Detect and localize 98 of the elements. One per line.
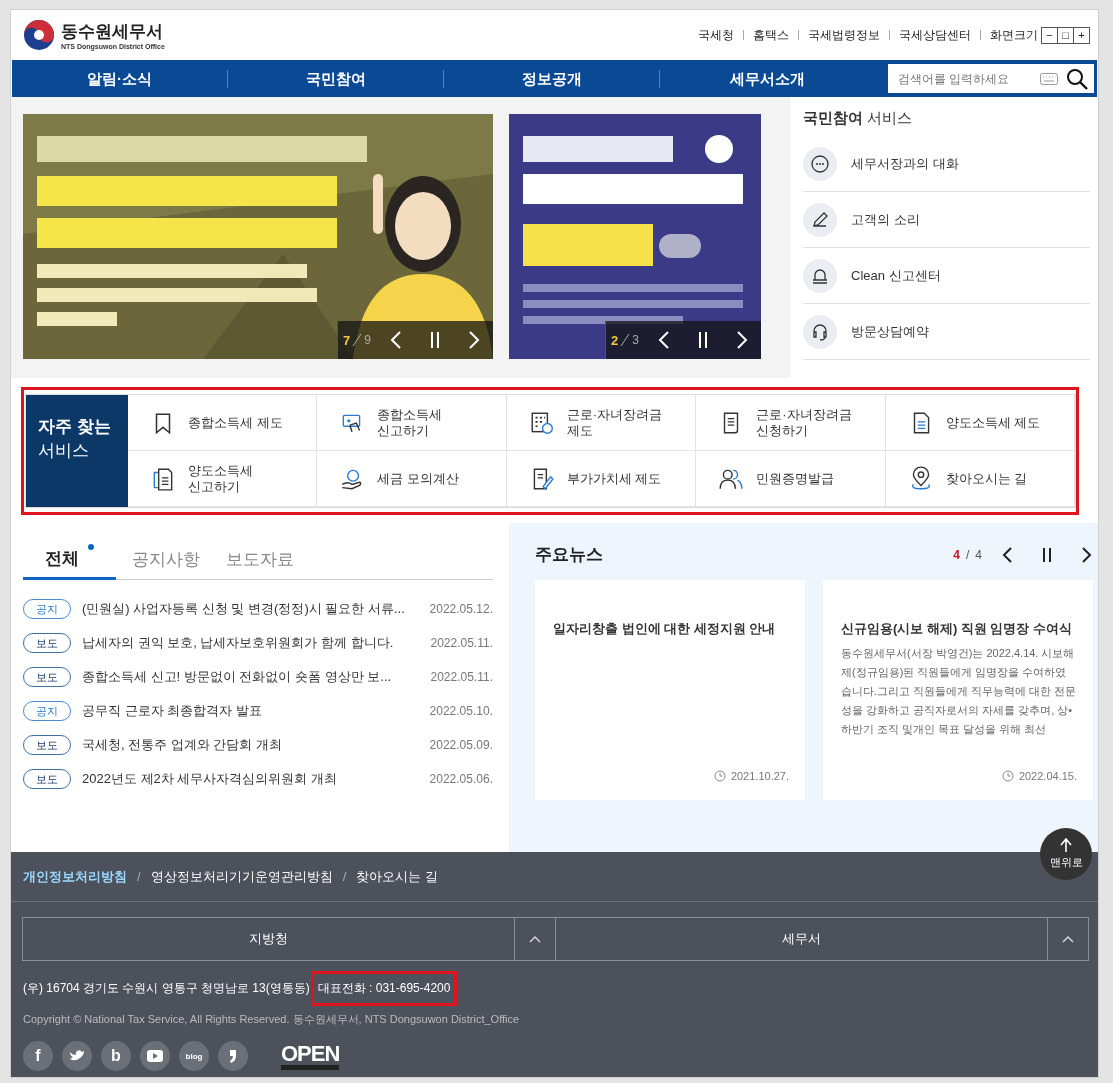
- quick-service-link[interactable]: 종합소득세 제도: [188, 414, 283, 431]
- notice-title[interactable]: 공무직 근로자 최종합격자 발표: [82, 702, 430, 720]
- page-total: 4: [975, 547, 982, 562]
- slash-icon: [352, 333, 363, 347]
- news-summary: 동수원세무서(서장 박영건)는 2022.4.14. 시보해제(정규임용)된 직원들에게 임명장을 수여하였습니다.그리고 직원들에게 직무능력에 대한 전문성을 강화하고 공직자로서의 자세를 갖추며, 상•하반기 조직 및개인 목표 달성을 위해 최선: [841, 646, 1077, 737]
- page-separator: /: [965, 547, 970, 562]
- bird-icon[interactable]: [62, 1041, 92, 1071]
- page-current: 4: [953, 547, 960, 562]
- notice-title[interactable]: 2022년도 제2차 세무사자격심의위원회 개최: [82, 770, 430, 788]
- video-icon[interactable]: [140, 1041, 170, 1071]
- notice-title[interactable]: 납세자의 권익 보호, 납세자보호위원회가 함께 합니다.: [82, 634, 431, 652]
- top-link[interactable]: 홈택스: [753, 26, 789, 44]
- notice-date: 2022.05.06.: [429, 772, 493, 786]
- nav-item[interactable]: 세무서소개: [660, 69, 875, 88]
- blog-icon[interactable]: blog: [179, 1041, 209, 1071]
- clock-icon: [1001, 770, 1014, 782]
- pause-icon: [428, 331, 441, 349]
- next-button[interactable]: [454, 321, 493, 359]
- news-title: 일자리창출 법인에 대한 세정지원 안내: [553, 620, 777, 638]
- open-logo: OPEN: [281, 1042, 340, 1070]
- top-link[interactable]: 국세상담센터: [899, 26, 971, 44]
- nav-item[interactable]: 알림·소식: [12, 69, 228, 88]
- dropdown[interactable]: 세무서: [555, 917, 1089, 961]
- news-card[interactable]: 일자리창출 법인에 대한 세정지원 안내 2021.10.27.: [535, 580, 805, 800]
- clock-icon: [713, 770, 726, 782]
- address: (우) 16704 경기도 수원시 영통구 청명남로 13(영통동): [23, 980, 310, 997]
- chevron-right-icon: [467, 330, 480, 350]
- quick-service-link[interactable]: 찾아오시는 길: [945, 470, 1028, 487]
- search-icon[interactable]: [1066, 67, 1088, 90]
- notice-title[interactable]: (민원실) 사업자등록 신청 및 변경(정정)시 필요한 서류...: [82, 600, 430, 618]
- footer-link[interactable]: 영상정보처리기기운영관리방침: [150, 867, 333, 886]
- notice-title[interactable]: 국세청, 전통주 업계와 간담회 개최: [82, 736, 430, 754]
- social-icon[interactable]: f: [23, 1041, 53, 1071]
- service-link[interactable]: 고객의 소리: [851, 210, 920, 229]
- link-separator: /: [137, 869, 141, 884]
- caret-icon: [529, 935, 541, 943]
- font-size-label: 화면크기: [990, 26, 1038, 44]
- search-field[interactable]: 검색어를 입력하세요: [888, 64, 1094, 93]
- notice-date: 2022.05.11.: [430, 636, 493, 650]
- nav-item[interactable]: 국민참여: [228, 69, 444, 88]
- tab[interactable]: 공지사항: [132, 539, 200, 579]
- news-title: 신규임용(시보 해제) 직원 임명장 수여식: [841, 620, 1074, 638]
- chat-icon: [803, 146, 837, 181]
- social-icon[interactable]: b: [101, 1041, 131, 1071]
- news-date: 2021.10.27.: [730, 770, 789, 782]
- news-date: 2022.04.15.: [1018, 770, 1077, 782]
- notice-date: 2022.05.10.: [429, 704, 493, 718]
- notice-title[interactable]: 종합소득세 신고! 방문없이 전화없이 숏폼 영상만 보...: [82, 668, 431, 686]
- quick-services-title: 자주 찾는 서비스: [26, 395, 128, 507]
- bell-icon: [803, 258, 837, 293]
- section-title: 주요뉴스: [535, 544, 603, 566]
- footer-link[interactable]: 찾아오시는 길: [356, 867, 438, 886]
- pause-icon: [696, 331, 709, 349]
- caret-icon: [1062, 935, 1074, 943]
- arrow-up-icon: [1060, 838, 1072, 852]
- quick-service-link[interactable]: 부가가치세 제도: [566, 470, 662, 487]
- quick-service-link[interactable]: 양도소득세 제도: [945, 414, 1041, 431]
- news-card[interactable]: 신규임용(시보 해제) 직원 임명장 수여식 동수원세무서(서장 박영건)는 2022.4.14. 시보해제(정규임용)된 직원들에게 임명장을 수여하였습니다.그리고 직원들에게 직무능력에 대한 전문성을 강화하고 공직자로서의 자세를 갖추며, 상•하반기 조직 및개인 목표 달성을 위해 최선 2022.04.15.: [823, 580, 1093, 800]
- dropdown[interactable]: 지방청: [22, 917, 556, 961]
- comma-icon[interactable]: [218, 1041, 248, 1071]
- quick-service-link[interactable]: 민원증명발급: [756, 470, 835, 487]
- notice-date: 2022.05.11.: [430, 670, 493, 684]
- copyright: Copyright © National Tax Service, All Rights Reserved. 동수원세무서, NTS Dongsuwon District_Office: [23, 1012, 521, 1027]
- tab[interactable]: 전체: [23, 539, 116, 580]
- service-link[interactable]: Clean 신고센터: [851, 266, 941, 285]
- chevron-right-icon: [1082, 546, 1092, 563]
- service-link[interactable]: 세무서장과의 대화: [851, 154, 959, 173]
- next-button[interactable]: [722, 321, 761, 359]
- chevron-left-icon: [1002, 546, 1012, 563]
- headset-icon: [803, 314, 837, 349]
- tab[interactable]: 보도자료: [226, 539, 294, 579]
- link-separator: /: [342, 869, 347, 884]
- notice-date: 2022.05.09.: [429, 738, 493, 752]
- top-link[interactable]: 국세법령정보: [808, 26, 880, 44]
- service-link[interactable]: 방문상담예약: [851, 322, 929, 341]
- font-size-button[interactable]: +: [1073, 26, 1090, 44]
- slide-counter: 7 9: [337, 321, 376, 359]
- pencil-icon: [803, 202, 837, 237]
- phone-number: 대표전화 : 031-695-4200: [310, 971, 458, 1006]
- emblem-icon: [23, 19, 55, 51]
- chevron-right-icon: [735, 330, 748, 350]
- slide-counter: 2 3: [605, 321, 644, 359]
- pause-icon: [1042, 547, 1052, 562]
- quick-service-link[interactable]: 근로·자녀장려금 신청하기: [756, 406, 852, 439]
- chevron-left-icon: [389, 330, 402, 350]
- section-title: 국민참여 서비스: [803, 109, 914, 128]
- quick-service-link[interactable]: 양도소득세 신고하기: [188, 462, 253, 495]
- chevron-left-icon: [657, 330, 670, 350]
- slash-icon: [620, 333, 631, 347]
- top-link[interactable]: 국세청: [698, 26, 734, 44]
- quick-service-link[interactable]: 근로·자녀장려금 제도: [566, 406, 663, 439]
- site-title: 동수원세무서: [61, 21, 164, 43]
- quick-service-link[interactable]: 세금 모의계산: [377, 470, 459, 487]
- nav-item[interactable]: 정보공개: [444, 69, 660, 88]
- keyboard-icon[interactable]: [1040, 72, 1058, 85]
- notice-date: 2022.05.12.: [429, 602, 493, 616]
- quick-service-link[interactable]: 종합소득세 신고하기: [377, 406, 443, 439]
- footer-link[interactable]: 개인정보처리방침: [23, 867, 127, 886]
